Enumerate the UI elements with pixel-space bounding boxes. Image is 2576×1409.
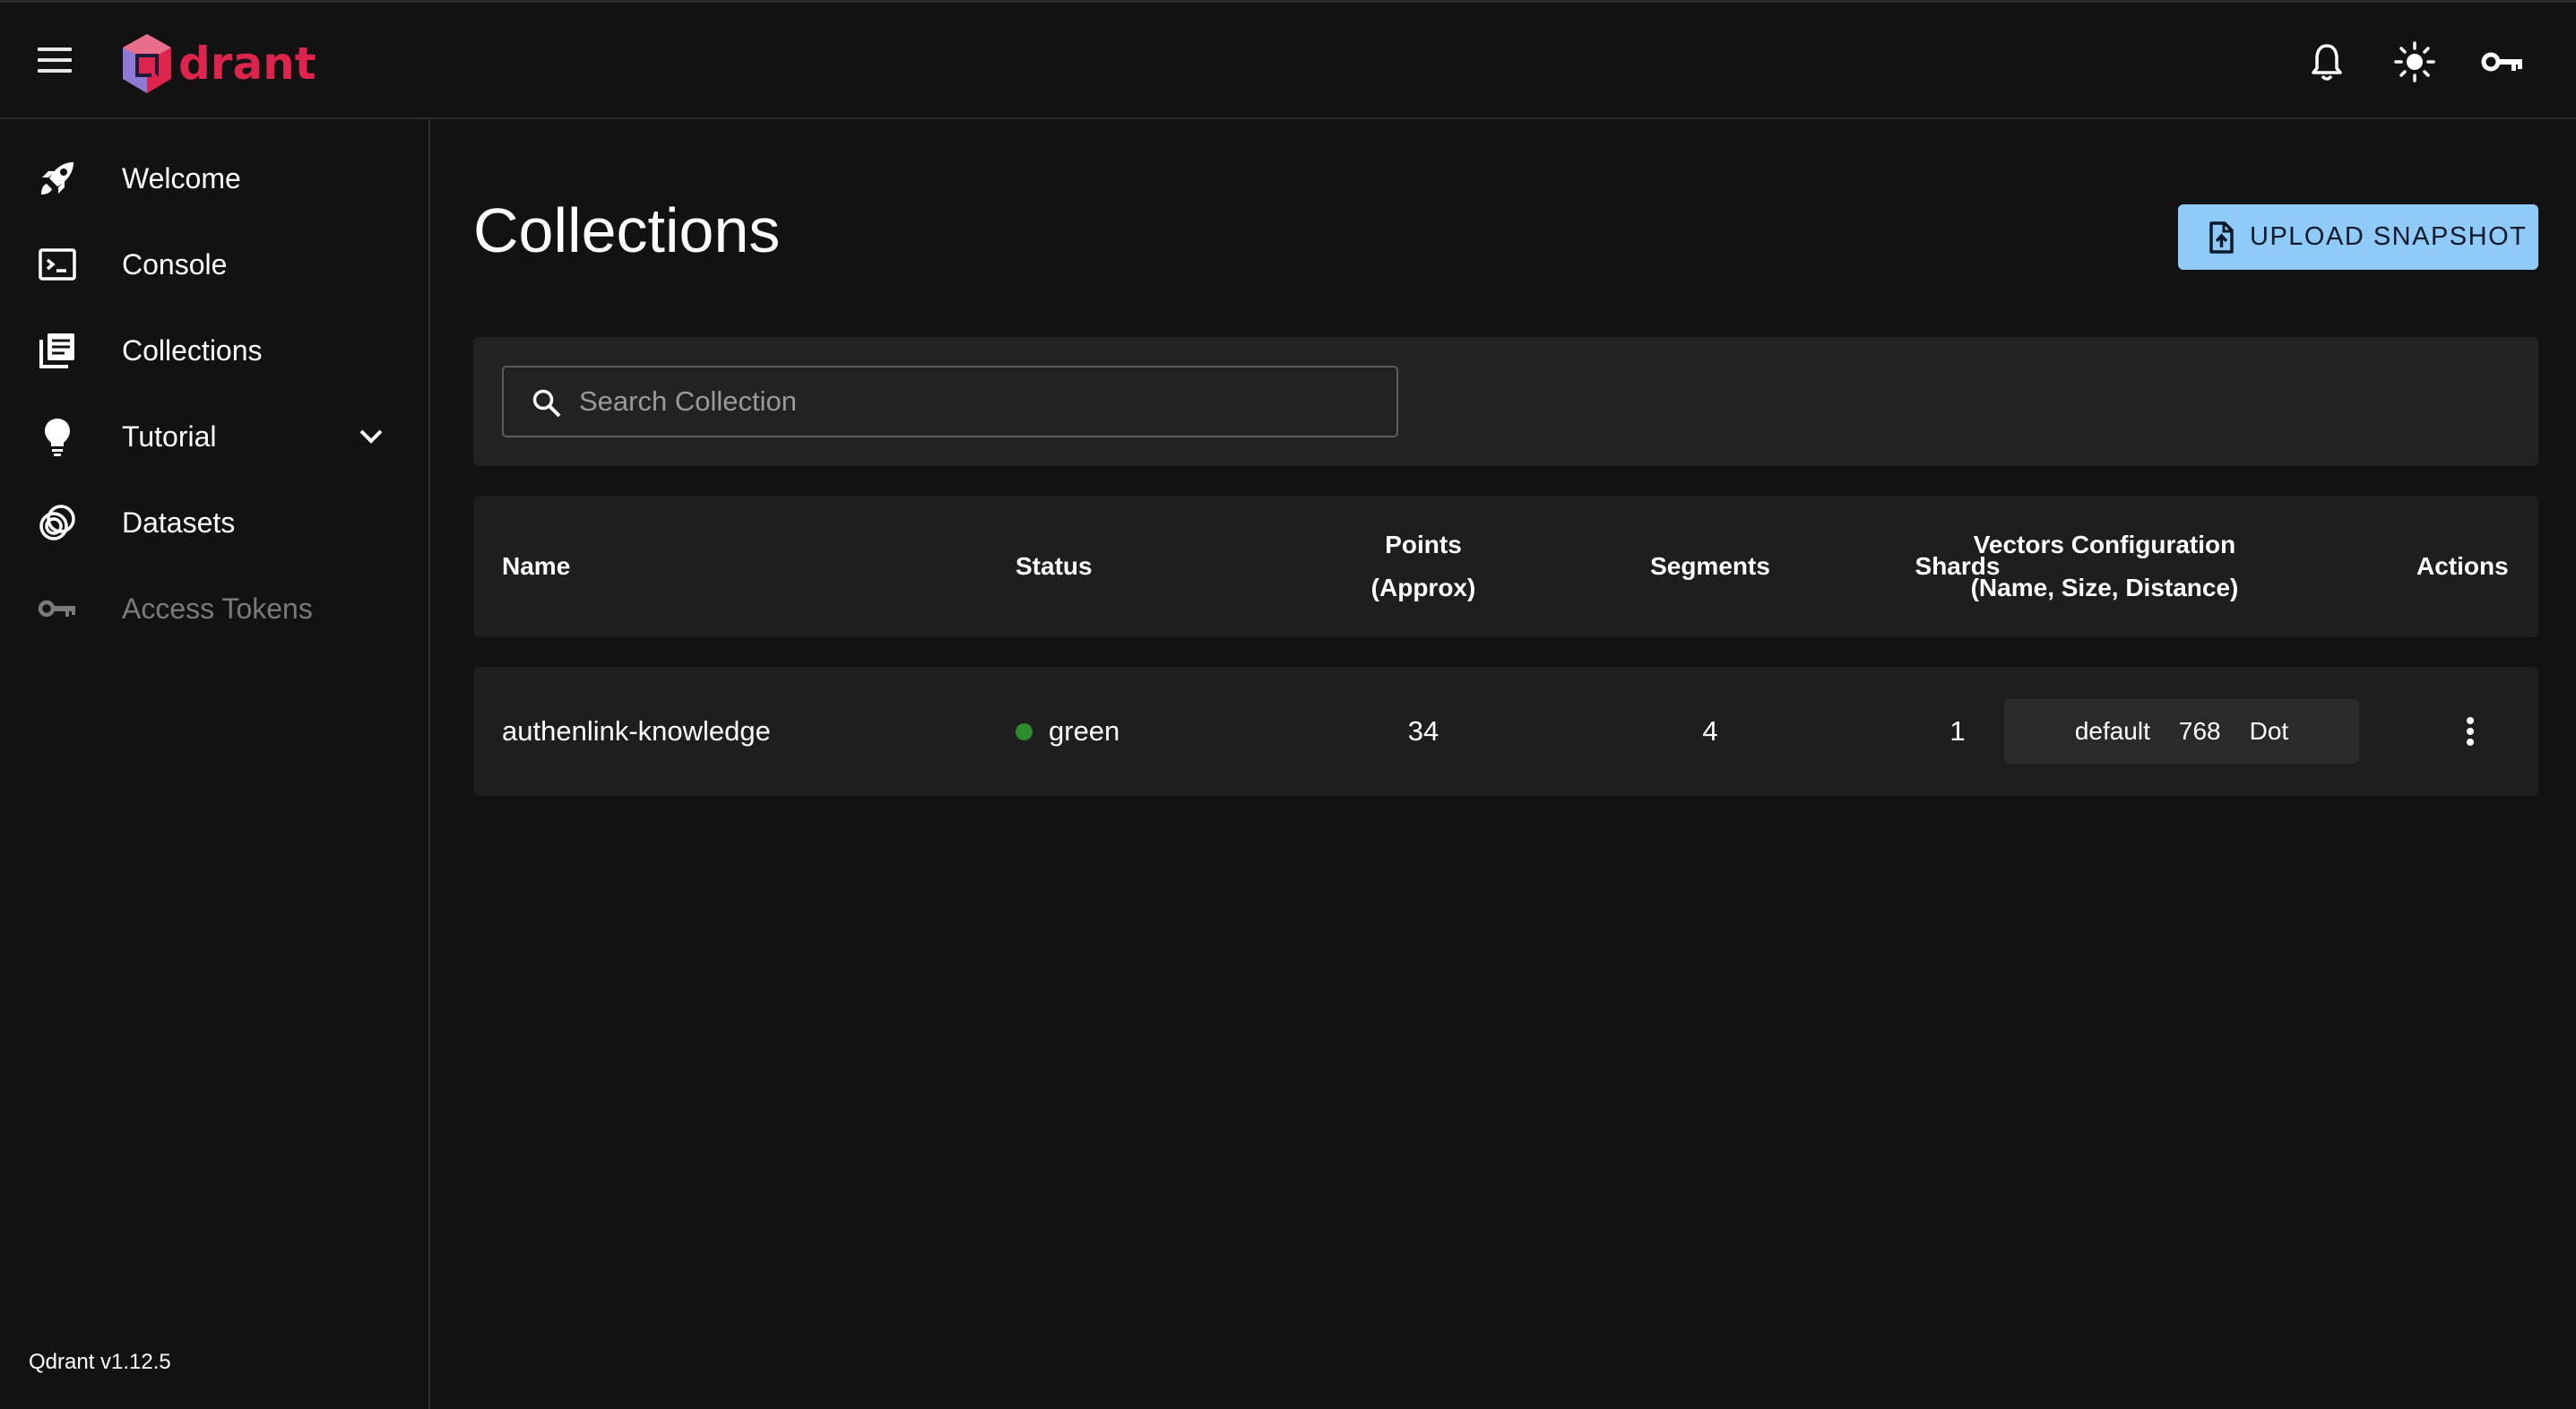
qdrant-logo-mark-icon	[123, 34, 171, 93]
vector-size: 768	[2178, 717, 2221, 745]
status-cell: green	[1016, 667, 1119, 796]
vector-name: default	[2074, 717, 2150, 745]
sidebar-item-access-tokens[interactable]: Access Tokens	[0, 566, 428, 652]
table-header: Name Status Points (Approx) Segments Sha…	[473, 496, 2538, 637]
sidebar-item-label: Tutorial	[122, 419, 217, 453]
version-label: Qdrant v1.12.5	[29, 1350, 171, 1374]
column-header-points[interactable]: Points (Approx)	[1262, 496, 1585, 637]
sidebar-item-label: Datasets	[122, 506, 236, 539]
key-icon	[36, 587, 79, 630]
upload-snapshot-button[interactable]: UPLOAD SNAPSHOT	[2178, 204, 2538, 270]
column-header-points-line1: Points	[1385, 531, 1462, 558]
sidebar-item-label: Console	[122, 247, 228, 281]
sidebar-item-collections[interactable]: Collections	[0, 307, 428, 393]
table-row[interactable]: authenlink-knowledge green 34 4 1 defaul…	[473, 667, 2538, 796]
menu-icon[interactable]	[38, 48, 73, 74]
vector-config-chip: default 768 Dot	[2004, 699, 2359, 764]
sidebar-item-label: Collections	[122, 333, 263, 367]
sidebar-item-console[interactable]: Console	[0, 221, 428, 307]
upload-snapshot-label: UPLOAD SNAPSHOT	[2250, 222, 2528, 251]
logo-wordmark: drant	[178, 38, 316, 90]
sidebar-item-label: Welcome	[122, 161, 241, 194]
status-text: green	[1049, 715, 1120, 747]
datasets-icon	[36, 501, 79, 544]
search-panel	[473, 337, 2538, 466]
sidebar: Welcome Console Collections Tutorial Dat…	[0, 119, 430, 1409]
points-cell: 34	[1407, 715, 1439, 747]
vector-distance: Dot	[2249, 717, 2289, 745]
chevron-down-icon[interactable]	[355, 420, 387, 453]
collection-name[interactable]: authenlink-knowledge	[502, 667, 771, 796]
status-dot-icon	[1016, 722, 1033, 740]
qdrant-logo[interactable]: drant	[119, 31, 316, 96]
search-field[interactable]	[502, 366, 1398, 437]
column-header-actions: Actions	[2416, 552, 2509, 580]
lightbulb-icon	[36, 415, 79, 458]
column-header-vectors-line1: Vectors Configuration	[1973, 531, 2236, 558]
collections-icon	[36, 329, 79, 372]
search-input[interactable]	[577, 367, 1366, 436]
bell-icon[interactable]	[2304, 37, 2350, 87]
column-header-status[interactable]: Status	[1016, 496, 1093, 637]
top-app-bar: drant	[0, 0, 2576, 119]
page-title: Collections	[473, 195, 781, 265]
column-header-vectors[interactable]: Vectors Configuration (Name, Size, Dista…	[1828, 496, 2381, 637]
search-icon	[529, 385, 565, 421]
sidebar-item-datasets[interactable]: Datasets	[0, 480, 428, 566]
column-header-vectors-line2: (Name, Size, Distance)	[1970, 574, 2239, 601]
sun-icon[interactable]	[2391, 37, 2438, 87]
file-upload-icon	[2203, 220, 2239, 255]
key-icon[interactable]	[2479, 37, 2526, 87]
sidebar-item-label: Access Tokens	[122, 592, 313, 625]
column-header-name[interactable]: Name	[502, 496, 570, 637]
sidebar-item-tutorial[interactable]: Tutorial	[0, 393, 428, 480]
column-header-points-line2: (Approx)	[1370, 574, 1476, 601]
terminal-icon	[36, 243, 79, 286]
sidebar-item-welcome[interactable]: Welcome	[0, 135, 428, 221]
rocket-icon	[36, 157, 79, 200]
more-actions-icon[interactable]	[2452, 713, 2488, 749]
